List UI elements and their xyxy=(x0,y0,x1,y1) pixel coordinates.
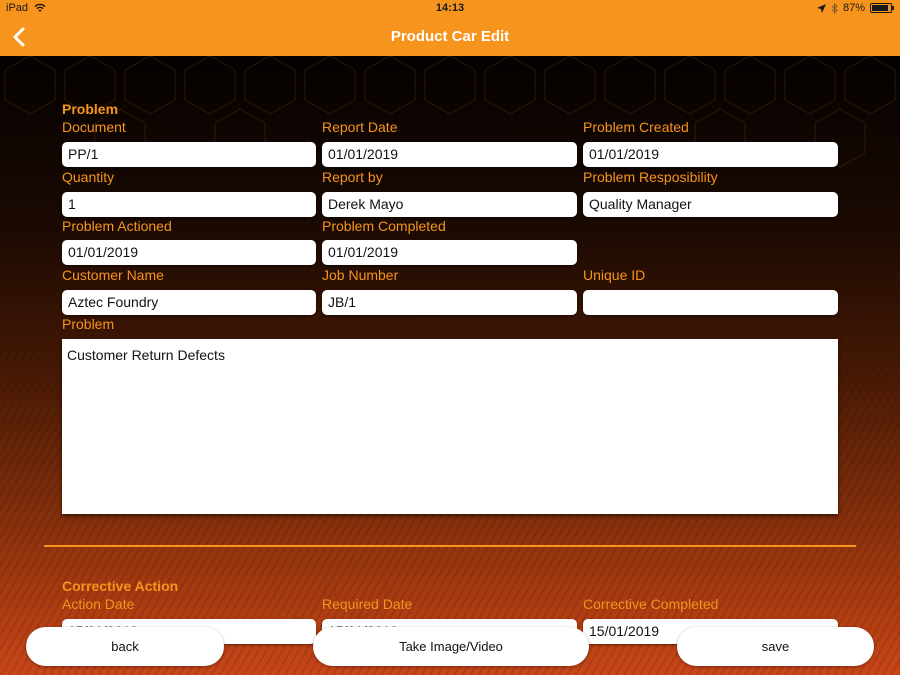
section-title-problem: Problem xyxy=(62,101,119,117)
battery-percent: 87% xyxy=(842,2,865,14)
status-bar: iPad 14:13 87% xyxy=(0,0,900,18)
required-date-label: Required Date xyxy=(322,596,413,612)
document-field[interactable]: PP/1 xyxy=(62,142,316,167)
location-arrow-icon xyxy=(816,3,826,13)
action-date-label: Action Date xyxy=(62,596,135,612)
take-image-video-button[interactable]: Take Image/Video xyxy=(313,627,589,666)
back-button[interactable]: back xyxy=(26,627,224,666)
battery-icon xyxy=(870,3,894,13)
report-date-label: Report Date xyxy=(322,119,398,135)
problem-description-label: Problem xyxy=(62,316,115,332)
unique-id-label: Unique ID xyxy=(583,267,646,283)
customer-name-label: Customer Name xyxy=(62,267,164,283)
problem-responsibility-label: Problem Resposibility xyxy=(583,169,718,185)
report-date-field[interactable]: 01/01/2019 xyxy=(322,142,577,167)
section-divider xyxy=(44,545,856,547)
customer-name-field[interactable]: Aztec Foundry xyxy=(62,290,316,315)
page-title: Product Car Edit xyxy=(390,28,510,45)
corrective-completed-label: Corrective Completed xyxy=(583,596,719,612)
job-number-field[interactable]: JB/1 xyxy=(322,290,577,315)
quantity-field[interactable]: 1 xyxy=(62,192,316,217)
report-by-label: Report by xyxy=(322,169,383,185)
quantity-label: Quantity xyxy=(62,169,115,185)
problem-actioned-field[interactable]: 01/01/2019 xyxy=(62,240,316,265)
clock: 14:13 xyxy=(435,2,465,14)
problem-created-field[interactable]: 01/01/2019 xyxy=(583,142,838,167)
problem-description-textarea[interactable]: Customer Return Defects xyxy=(62,339,838,514)
problem-completed-field[interactable]: 01/01/2019 xyxy=(322,240,577,265)
navigation-bar: Product Car Edit xyxy=(0,18,900,56)
problem-created-label: Problem Created xyxy=(583,119,689,135)
section-title-corrective-action: Corrective Action xyxy=(62,578,179,594)
unique-id-field[interactable] xyxy=(583,290,838,315)
problem-actioned-label: Problem Actioned xyxy=(62,218,172,234)
save-button[interactable]: save xyxy=(677,627,874,666)
document-label: Document xyxy=(62,119,126,135)
job-number-label: Job Number xyxy=(322,267,399,283)
report-by-field[interactable]: Derek Mayo xyxy=(322,192,577,217)
problem-completed-label: Problem Completed xyxy=(322,218,446,234)
bluetooth-icon xyxy=(831,2,838,14)
problem-responsibility-field[interactable]: Quality Manager xyxy=(583,192,838,217)
